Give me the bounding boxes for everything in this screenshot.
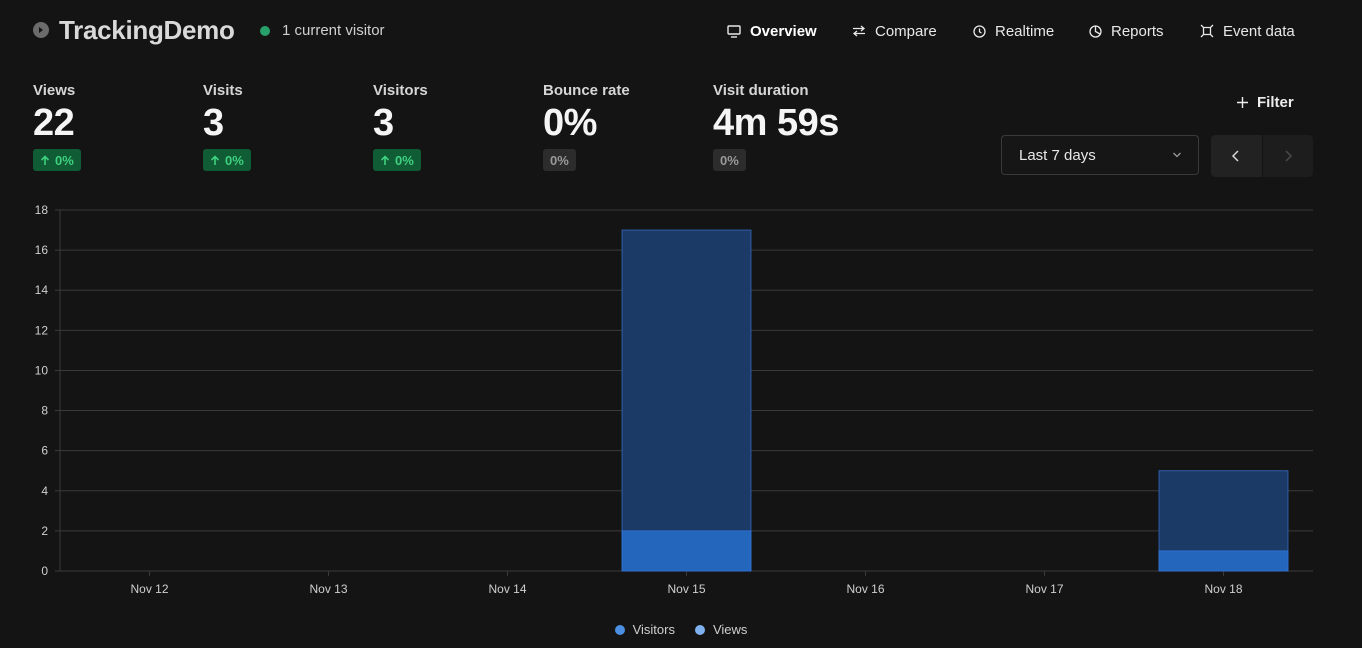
metric-value: 0% bbox=[543, 102, 597, 144]
y-tick-label: 14 bbox=[35, 283, 49, 297]
pageviews-chart: 0 2 4 6 8 10 12 14 16 18 Nov 12 Nov 13 Nov 14 Nov 15 N… bbox=[0, 196, 1362, 606]
x-tick-label: Nov 14 bbox=[488, 582, 526, 596]
metric-label: Bounce rate bbox=[543, 82, 630, 99]
y-tick-label: 2 bbox=[41, 524, 48, 538]
pie-chart-icon bbox=[1089, 24, 1102, 38]
tab-compare-label: Compare bbox=[875, 22, 937, 40]
bar-chart: 0 2 4 6 8 10 12 14 16 18 Nov 12 Nov 13 Nov 14 Nov 15 N… bbox=[35, 203, 1313, 596]
tab-overview-label: Overview bbox=[750, 22, 817, 40]
tab-compare[interactable]: Compare bbox=[852, 20, 937, 42]
filter-button-label: Filter bbox=[1257, 94, 1294, 111]
tab-overview[interactable]: Overview bbox=[727, 20, 817, 42]
legend-swatch-visitors bbox=[614, 624, 625, 635]
metric-label: Views bbox=[33, 82, 76, 99]
tab-realtime[interactable]: Realtime bbox=[973, 20, 1054, 42]
chevron-right-icon bbox=[1285, 150, 1292, 162]
arrow-up-icon bbox=[40, 154, 50, 165]
arrows-swap-icon bbox=[852, 25, 866, 37]
metric-visits: Visits 3 0% bbox=[203, 82, 251, 171]
x-tick-label: Nov 18 bbox=[1204, 582, 1242, 596]
legend-swatch-views bbox=[694, 624, 705, 635]
date-range-value: Last 7 days bbox=[1019, 146, 1096, 164]
legend-item-visitors[interactable]: Visitors bbox=[614, 622, 675, 637]
change-value: 0% bbox=[55, 152, 74, 168]
metric-value: 3 bbox=[373, 102, 394, 144]
x-tick-label: Nov 13 bbox=[309, 582, 347, 596]
next-period-button[interactable] bbox=[1261, 135, 1313, 177]
change-badge: 0% bbox=[713, 149, 746, 171]
clock-icon bbox=[973, 24, 986, 38]
previous-period-button[interactable] bbox=[1211, 135, 1262, 177]
legend-label: Views bbox=[712, 622, 748, 637]
y-tick-label: 10 bbox=[35, 363, 49, 377]
tab-realtime-label: Realtime bbox=[995, 22, 1055, 40]
tab-reports-label: Reports bbox=[1111, 22, 1164, 40]
date-pager bbox=[1211, 135, 1313, 177]
x-tick-label: Nov 17 bbox=[1025, 582, 1063, 596]
change-value: 0% bbox=[720, 152, 739, 168]
change-badge: 0% bbox=[203, 149, 251, 171]
main-nav: Overview Compare Realtime Reports Event … bbox=[0, 20, 1362, 44]
x-tick-label: Nov 15 bbox=[667, 582, 705, 596]
change-badge: 0% bbox=[33, 149, 81, 171]
bar-visitors bbox=[1158, 550, 1289, 572]
filter-button[interactable]: Filter bbox=[1236, 94, 1294, 111]
metric-visit-duration: Visit duration 4m 59s 0% bbox=[713, 82, 839, 171]
metric-value: 4m 59s bbox=[713, 102, 839, 144]
y-tick-label: 0 bbox=[41, 564, 48, 578]
change-value: 0% bbox=[225, 152, 244, 168]
chevron-left-icon bbox=[1232, 150, 1239, 162]
y-tick-label: 6 bbox=[41, 444, 48, 458]
change-value: 0% bbox=[550, 152, 569, 168]
arrow-up-icon bbox=[380, 154, 390, 165]
y-tick-label: 18 bbox=[35, 203, 49, 217]
x-tick-label: Nov 12 bbox=[130, 582, 168, 596]
date-range-select[interactable]: Last 7 days bbox=[1001, 135, 1199, 175]
y-tick-label: 8 bbox=[41, 404, 48, 418]
metric-label: Visits bbox=[203, 82, 243, 99]
metric-label: Visit duration bbox=[713, 82, 809, 99]
event-icon bbox=[1200, 24, 1214, 38]
metric-label: Visitors bbox=[373, 82, 428, 99]
change-badge: 0% bbox=[543, 149, 576, 171]
metric-visitors: Visitors 3 0% bbox=[373, 82, 428, 171]
chevron-down-icon bbox=[1173, 152, 1181, 158]
plus-icon bbox=[1237, 97, 1248, 108]
y-tick-label: 12 bbox=[35, 323, 49, 337]
legend-item-views[interactable]: Views bbox=[694, 622, 748, 637]
arrow-up-icon bbox=[210, 154, 220, 165]
bar-visitors bbox=[621, 530, 752, 572]
y-tick-label: 16 bbox=[35, 243, 49, 257]
top-bar: TrackingDemo 1 current visitor Overview … bbox=[0, 0, 1362, 62]
change-value: 0% bbox=[395, 152, 414, 168]
y-tick-label: 4 bbox=[41, 484, 48, 498]
chart-legend: Visitors Views bbox=[0, 622, 1362, 637]
legend-label: Visitors bbox=[632, 622, 675, 637]
x-tick-label: Nov 16 bbox=[846, 582, 884, 596]
tab-event-data-label: Event data bbox=[1223, 22, 1295, 40]
metric-value: 3 bbox=[203, 102, 224, 144]
bar-views bbox=[621, 229, 752, 572]
change-badge: 0% bbox=[373, 149, 421, 171]
metric-views: Views 22 0% bbox=[33, 82, 81, 171]
monitor-icon bbox=[727, 24, 741, 38]
metric-value: 22 bbox=[33, 102, 75, 144]
tab-event-data[interactable]: Event data bbox=[1200, 20, 1295, 42]
tab-reports[interactable]: Reports bbox=[1089, 20, 1164, 42]
metric-bounce-rate: Bounce rate 0% 0% bbox=[543, 82, 630, 171]
